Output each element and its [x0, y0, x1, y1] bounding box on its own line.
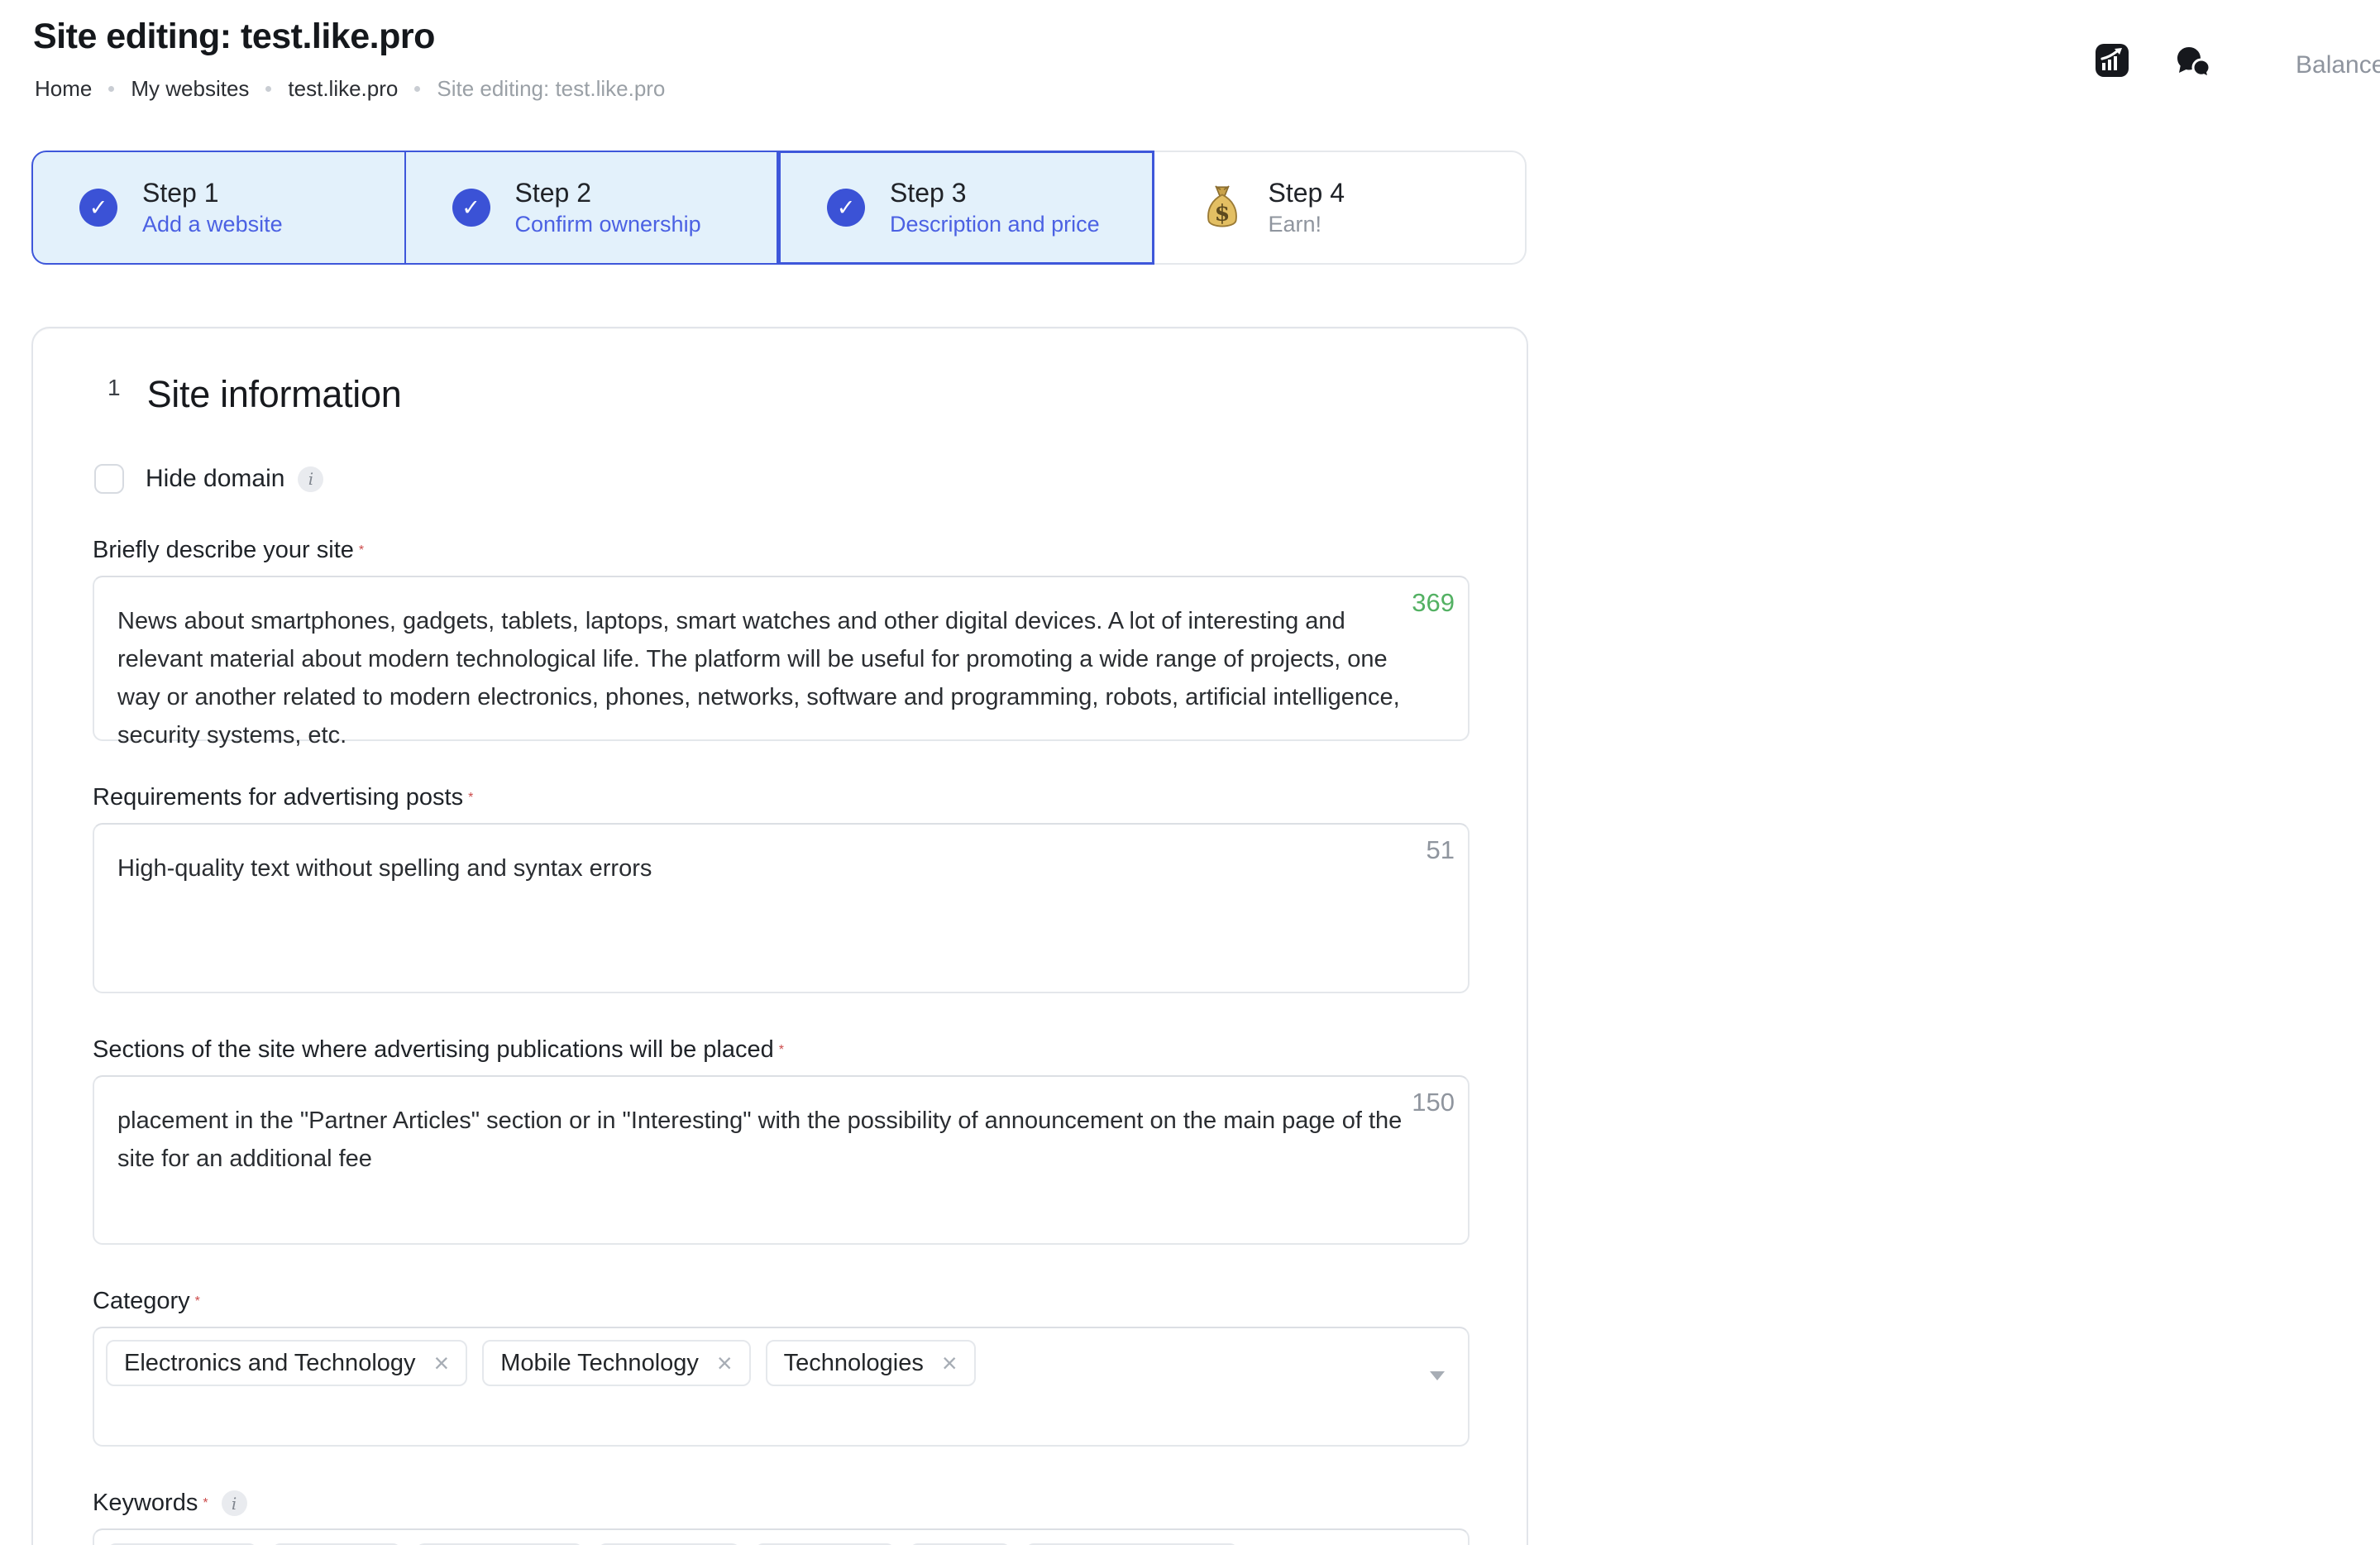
- required-mark: *: [359, 543, 364, 558]
- field-label: Keywords: [93, 1490, 198, 1517]
- section-number: 1: [108, 375, 121, 401]
- breadcrumb-current: Site editing: test.like.pro: [437, 76, 665, 102]
- site-information-card: 1 Site information Hide domain i Briefly…: [31, 327, 1528, 1545]
- money-bag-icon: $: [1201, 184, 1244, 232]
- required-mark: *: [779, 1043, 784, 1058]
- step-1-add-website[interactable]: ✓ Step 1 Add a website: [31, 151, 406, 265]
- tag-close-icon[interactable]: ×: [434, 1350, 450, 1376]
- field-label: Requirements for advertising posts: [93, 784, 463, 811]
- tag-label: Electronics and Technology: [124, 1350, 416, 1377]
- field-label: Sections of the site where advertising p…: [93, 1036, 774, 1064]
- describe-site-textarea[interactable]: News about smartphones, gadgets, tablets…: [93, 576, 1470, 741]
- step-title: Step 3: [890, 178, 1100, 208]
- breadcrumb-separator: [414, 86, 420, 92]
- ad-sections-textarea[interactable]: placement in the "Partner Articles" sect…: [93, 1075, 1470, 1245]
- requirements-value: High-quality text without spelling and s…: [117, 855, 652, 882]
- breadcrumb-separator: [108, 86, 114, 92]
- breadcrumb-site[interactable]: test.like.pro: [288, 76, 398, 102]
- check-icon: ✓: [827, 189, 865, 227]
- category-tag: Mobile Technology ×: [482, 1340, 750, 1386]
- balance-link[interactable]: Balance: [2296, 51, 2380, 79]
- analytics-icon[interactable]: [2095, 43, 2129, 78]
- breadcrumb-separator: [265, 86, 271, 92]
- breadcrumb-my-websites[interactable]: My websites: [131, 76, 249, 102]
- field-keywords: Keywords * i android ×: [93, 1490, 1470, 1545]
- chat-icon[interactable]: [2175, 45, 2213, 83]
- hide-domain-checkbox[interactable]: [94, 464, 124, 494]
- breadcrumb-home[interactable]: Home: [35, 76, 92, 102]
- field-describe-site: Briefly describe your site * News about …: [93, 537, 1470, 741]
- info-icon[interactable]: i: [298, 466, 323, 492]
- ad-sections-value: placement in the "Partner Articles" sect…: [117, 1107, 1402, 1172]
- step-2-confirm-ownership[interactable]: ✓ Step 2 Confirm ownership: [406, 151, 779, 265]
- required-mark: *: [195, 1294, 200, 1309]
- step-subtitle: Add a website: [142, 212, 283, 237]
- requirements-textarea[interactable]: High-quality text without spelling and s…: [93, 823, 1470, 993]
- char-counter: 150: [1412, 1083, 1455, 1122]
- step-4-earn[interactable]: $ Step 4 Earn!: [1154, 151, 1527, 265]
- field-label: Briefly describe your site: [93, 537, 354, 564]
- info-icon[interactable]: i: [222, 1490, 247, 1516]
- section-title: Site information: [147, 373, 402, 416]
- char-counter: 369: [1412, 584, 1455, 622]
- step-subtitle: Description and price: [890, 212, 1100, 237]
- category-tags: Electronics and Technology × Mobile Tech…: [106, 1340, 1456, 1386]
- step-title: Step 2: [515, 178, 701, 208]
- check-icon: ✓: [79, 189, 117, 227]
- page-title: Site editing: test.like.pro: [33, 17, 435, 57]
- field-category: Category * Electronics and Technology ×: [93, 1288, 1470, 1447]
- keywords-multiselect[interactable]: android × apple × samsung ×: [93, 1528, 1470, 1545]
- form-fields: Briefly describe your site * News about …: [93, 537, 1470, 1545]
- check-icon: ✓: [452, 189, 490, 227]
- step-wizard: ✓ Step 1 Add a website ✓ Step 2 Confirm …: [31, 151, 1527, 265]
- category-tag: Technologies ×: [766, 1340, 976, 1386]
- char-counter: 51: [1427, 831, 1455, 869]
- step-title: Step 4: [1269, 178, 1345, 208]
- describe-site-value: News about smartphones, gadgets, tablets…: [117, 608, 1400, 749]
- category-multiselect[interactable]: Electronics and Technology × Mobile Tech…: [93, 1327, 1470, 1447]
- required-mark: *: [468, 791, 473, 806]
- category-tag: Electronics and Technology ×: [106, 1340, 467, 1386]
- step-title: Step 1: [142, 178, 283, 208]
- hide-domain-label: Hide domain: [146, 465, 284, 493]
- step-3-description-price[interactable]: ✓ Step 3 Description and price: [778, 151, 1154, 265]
- step-subtitle: Earn!: [1269, 212, 1345, 237]
- step-subtitle: Confirm ownership: [515, 212, 701, 237]
- tag-close-icon[interactable]: ×: [717, 1350, 733, 1376]
- required-mark: *: [203, 1496, 208, 1511]
- tag-label: Mobile Technology: [500, 1350, 699, 1377]
- tag-close-icon[interactable]: ×: [942, 1350, 958, 1376]
- breadcrumb: Home My websites test.like.pro Site edit…: [35, 76, 665, 102]
- field-label: Category: [93, 1288, 190, 1315]
- field-requirements: Requirements for advertising posts * Hig…: [93, 784, 1470, 993]
- hide-domain-row: Hide domain i: [94, 464, 1527, 494]
- field-ad-sections: Sections of the site where advertising p…: [93, 1036, 1470, 1245]
- svg-text:$: $: [1214, 201, 1230, 227]
- section-header: 1 Site information: [108, 373, 1527, 416]
- chevron-down-icon[interactable]: [1430, 1371, 1445, 1380]
- site-editing-page: Site editing: test.like.pro Home My webs…: [0, 0, 2380, 1545]
- tag-label: Technologies: [784, 1350, 924, 1377]
